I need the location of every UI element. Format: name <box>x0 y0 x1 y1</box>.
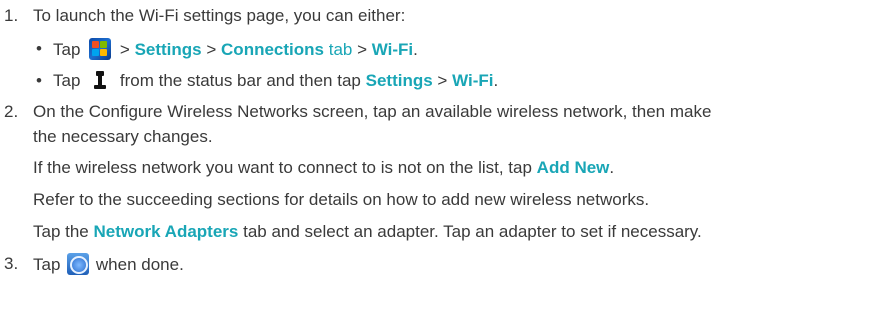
paragraph-text: Refer to the succeeding sections for det… <box>33 190 650 209</box>
tap-text: Tap <box>53 40 81 59</box>
signal-status-icon <box>91 70 109 90</box>
connections-label: Connections <box>221 40 324 59</box>
step-content: Tap when done. <box>33 253 184 276</box>
wifi-label: Wi-Fi <box>452 71 494 90</box>
tab-word: tab <box>328 40 353 59</box>
step-number: 1. <box>4 6 19 25</box>
windows-start-icon <box>89 38 112 60</box>
period: . <box>609 158 615 177</box>
paragraph-text: If the wireless network you want to conn… <box>33 158 532 177</box>
status-bar-text: from the status bar and then tap <box>119 71 361 90</box>
done-text: when done. <box>95 255 184 274</box>
refer-paragraph: Refer to the succeeding sections for det… <box>33 189 649 211</box>
tap-text: Tap the <box>33 222 89 241</box>
separator: > <box>119 40 130 59</box>
step-number: 2. <box>4 102 19 121</box>
ok-icon <box>67 253 90 275</box>
tap-text: Tap <box>33 255 61 274</box>
step-2-line-2: the necessary changes. <box>33 126 213 148</box>
add-new-paragraph: If the wireless network you want to conn… <box>33 157 614 179</box>
bullet-mark: • <box>36 39 42 58</box>
step-number: 3. <box>4 254 19 273</box>
period: . <box>413 40 418 59</box>
separator: > <box>357 40 368 59</box>
step-text: On the Configure Wireless Networks scree… <box>33 102 712 121</box>
bullet-content: Tap > Settings > Connections tab > Wi-Fi… <box>53 38 418 61</box>
period: . <box>493 71 499 90</box>
document-body: 1. To launch the Wi-Fi settings page, yo… <box>0 0 874 313</box>
bullet-mark: • <box>36 71 42 90</box>
bullet-content: Tap from the status bar and then tap Set… <box>53 70 498 92</box>
network-adapters-paragraph: Tap the Network Adapters tab and select … <box>33 221 702 243</box>
settings-label: Settings <box>365 71 433 90</box>
tap-text: Tap <box>53 71 81 90</box>
add-new-label: Add New <box>536 158 610 177</box>
network-adapters-label: Network Adapters <box>93 222 239 241</box>
wifi-label: Wi-Fi <box>371 40 414 59</box>
settings-label: Settings <box>134 40 202 59</box>
step-text: To launch the Wi-Fi settings page, you c… <box>33 6 406 25</box>
separator: > <box>437 71 448 90</box>
separator: > <box>206 40 217 59</box>
step-text: the necessary changes. <box>33 127 213 146</box>
paragraph-text: tab and select an adapter. Tap an adapte… <box>243 222 702 241</box>
